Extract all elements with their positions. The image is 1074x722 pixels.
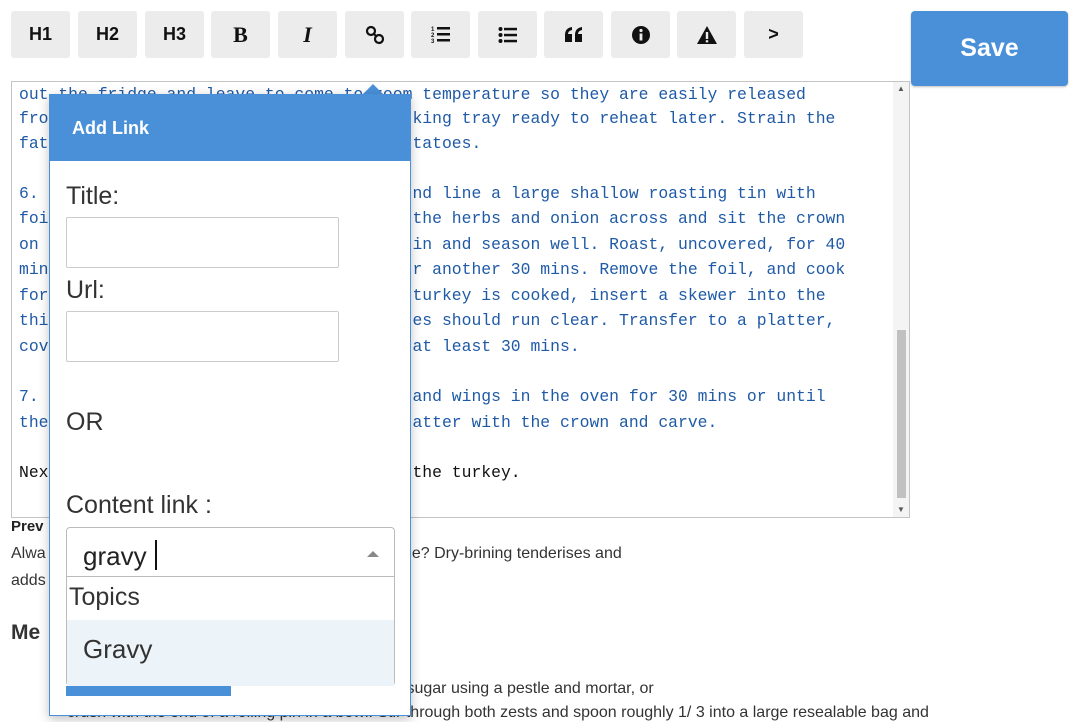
- content-link-select[interactable]: gravy: [66, 527, 395, 579]
- dropdown-group-label: Topics: [69, 583, 140, 611]
- editor-scrollbar[interactable]: ▲ ▼: [893, 82, 909, 517]
- ordered-list-icon: 1 2 3: [431, 26, 450, 45]
- link-button[interactable]: [345, 11, 404, 58]
- dropdown-option-gravy[interactable]: Gravy: [67, 620, 394, 686]
- info-icon: [631, 25, 650, 44]
- heading1-button[interactable]: H1: [11, 11, 70, 58]
- url-input[interactable]: [66, 311, 339, 362]
- scroll-up-icon[interactable]: ▲: [897, 84, 905, 93]
- title-label: Title:: [66, 182, 120, 210]
- warning-icon: [696, 25, 717, 44]
- warning-button[interactable]: [677, 11, 736, 58]
- more-button[interactable]: >: [744, 11, 803, 58]
- quote-icon: [564, 26, 582, 42]
- title-input[interactable]: [66, 217, 339, 268]
- modal-title: Add Link: [50, 94, 410, 161]
- add-link-modal: Add Link Title: Url: OR Content link : g…: [49, 94, 411, 716]
- bold-button[interactable]: B: [211, 11, 270, 58]
- quote-button[interactable]: [544, 11, 603, 58]
- ordered-list-button[interactable]: 1 2 3: [411, 11, 470, 58]
- content-link-label: Content link :: [66, 491, 212, 519]
- heading3-button[interactable]: H3: [145, 11, 204, 58]
- svg-text:3: 3: [431, 39, 435, 45]
- content-link-search-input[interactable]: gravy: [83, 541, 147, 572]
- method-heading: Me: [11, 621, 41, 644]
- info-button[interactable]: [611, 11, 670, 58]
- url-label: Url:: [66, 276, 105, 304]
- text-cursor: [155, 540, 157, 570]
- heading2-button[interactable]: H2: [78, 11, 137, 58]
- content-link-dropdown: Topics Gravy: [66, 576, 395, 686]
- unordered-list-button[interactable]: [478, 11, 537, 58]
- unordered-list-icon: [498, 26, 517, 43]
- insert-link-button[interactable]: [66, 686, 231, 696]
- preview-title: Prev: [11, 518, 44, 535]
- preview-text-line: adds: [11, 572, 46, 589]
- save-button[interactable]: Save: [911, 11, 1068, 86]
- scroll-thumb[interactable]: [897, 330, 906, 498]
- italic-button[interactable]: I: [278, 11, 337, 58]
- chevron-up-icon[interactable]: [367, 551, 379, 557]
- link-icon: [365, 25, 384, 44]
- or-label: OR: [66, 408, 104, 436]
- scroll-down-icon[interactable]: ▼: [897, 505, 905, 514]
